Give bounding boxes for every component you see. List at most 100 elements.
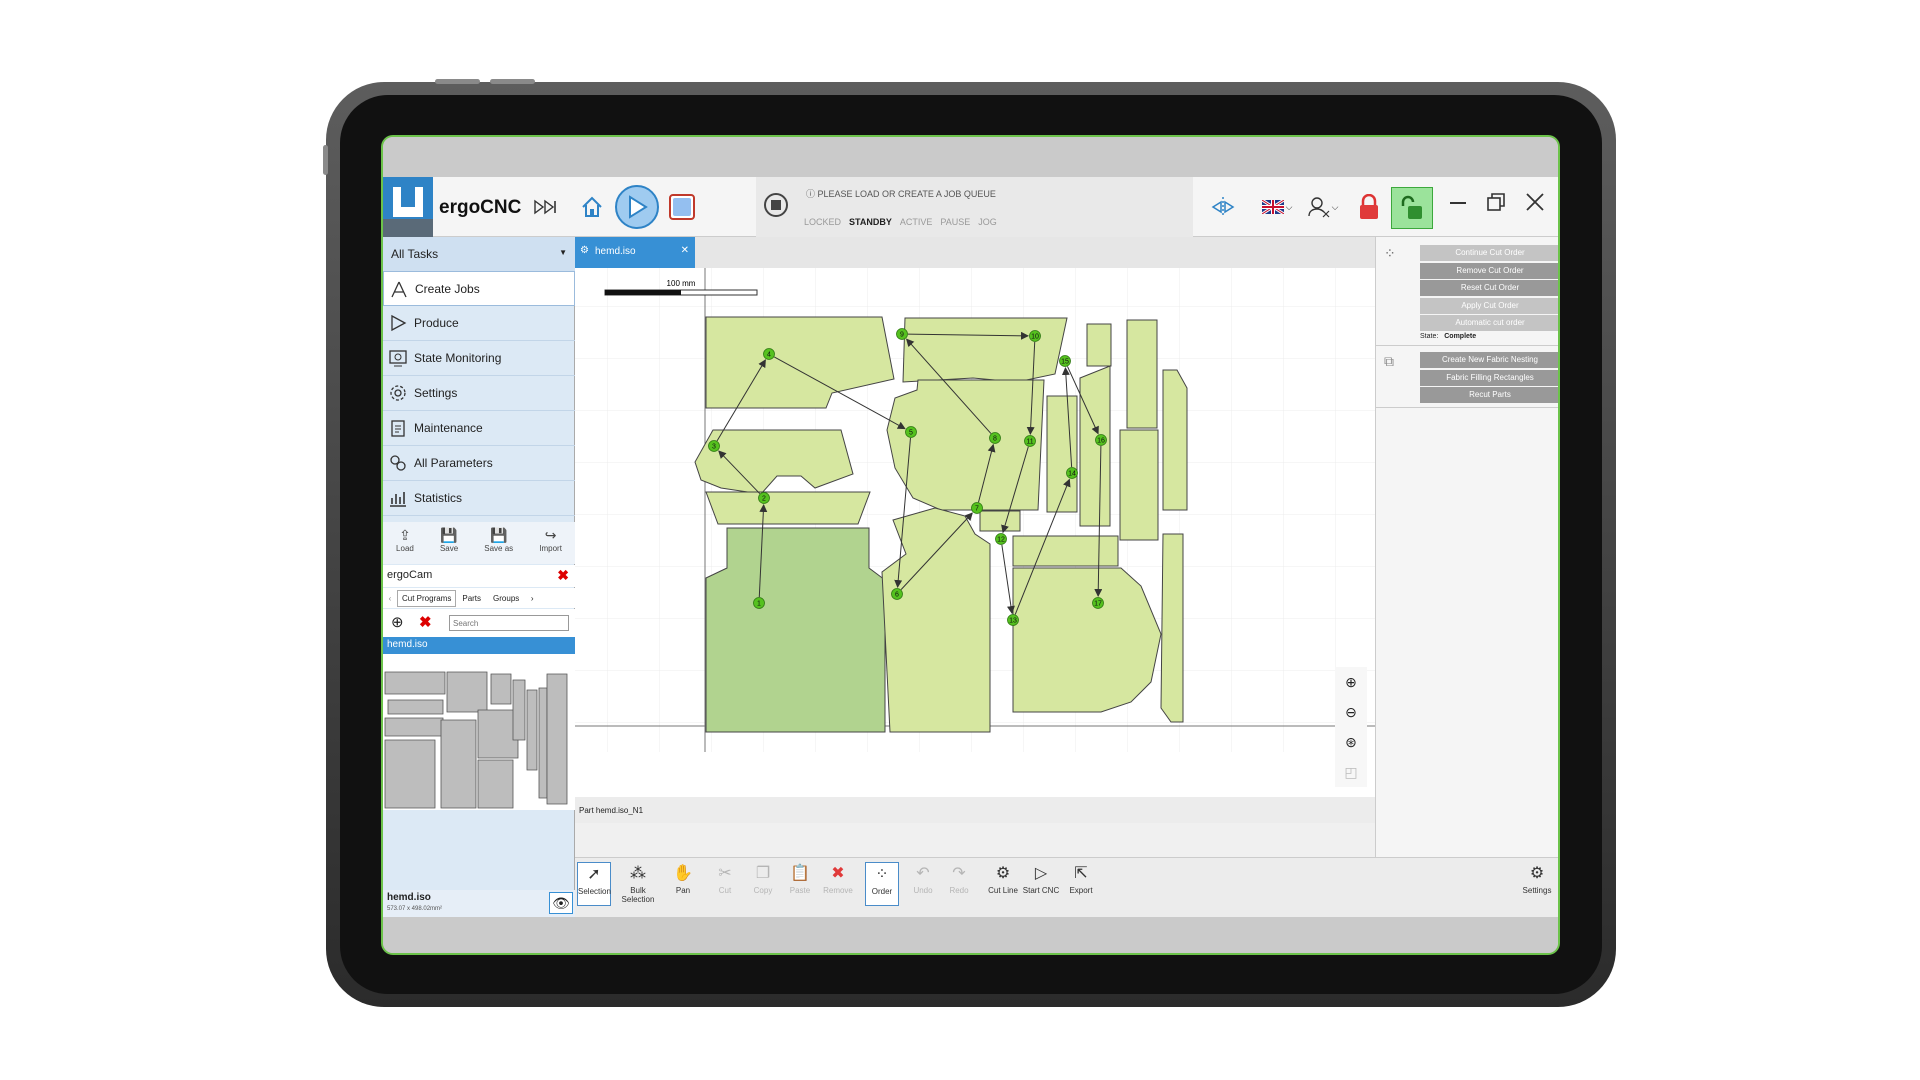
redo-button[interactable]: ↷ Redo [941,862,977,906]
piece[interactable] [979,510,1021,532]
close-button[interactable] [1520,189,1550,215]
sidebar-item-maintenance[interactable]: Maintenance [383,411,575,446]
add-icon[interactable]: ⊕ [391,613,404,631]
ergocam-header: ergoCam ✖ [383,565,575,587]
home-icon[interactable] [579,194,605,220]
fabric-filling-rectangles-button[interactable]: Fabric Filling Rectangles [1420,370,1558,386]
zoom-fit-icon[interactable]: ⊛ [1335,727,1367,757]
mirror-icon[interactable] [1211,195,1235,219]
halt-icon[interactable] [764,193,788,217]
piece[interactable] [1012,535,1119,567]
piece[interactable] [1160,533,1184,723]
continue-cut-order-button[interactable]: Continue Cut Order [1420,245,1558,261]
piece[interactable] [705,527,886,733]
sidebar-item-label: Settings [414,386,458,400]
sidebar-item-label: Create Jobs [415,282,480,296]
unlock-button[interactable] [1391,187,1433,229]
order-marker-label: 2 [762,496,766,503]
tab-groups[interactable]: Groups [487,591,525,606]
bulk-selection-button[interactable]: ⁂ Bulk Selection [613,862,663,906]
sidebar-item-all-parameters[interactable]: All Parameters [383,446,575,481]
zoom-in-icon[interactable]: ⊕ [1335,667,1367,697]
play-button[interactable] [615,185,659,229]
copy-icon: ❐ [755,865,771,882]
piece[interactable] [1119,429,1159,541]
selection-button[interactable]: ➚ Selection [577,862,611,906]
lock-icon[interactable] [1357,193,1381,221]
chevron-left-icon[interactable]: ‹ [383,594,397,603]
order-button[interactable]: ⁘ Order [865,862,899,906]
pan-label: Pan [675,886,691,895]
sidebar-item-settings[interactable]: Settings [383,376,575,411]
save-button[interactable]: 💾 Save [440,522,458,564]
copy-button[interactable]: ❐ Copy [745,862,781,906]
zoom-out-icon[interactable]: ⊖ [1335,697,1367,727]
apply-cut-order-button[interactable]: Apply Cut Order [1420,298,1558,314]
eye-button[interactable]: 👁 [549,892,573,914]
save-label: Save [439,544,459,553]
sidebar-item-statistics[interactable]: Statistics [383,481,575,516]
automatic-cut-order-button[interactable]: Automatic cut order [1420,315,1558,331]
start-cnc-button[interactable]: ▷ Start CNC [1021,862,1061,906]
undo-icon: ↶ [916,865,930,882]
settings-button[interactable]: ⚙ Settings [1517,862,1557,906]
pan-button[interactable]: ✋ Pan [665,862,701,906]
tab-cut-programs[interactable]: Cut Programs [397,589,457,607]
play-icon: ▷ [1034,865,1048,882]
remove-cut-order-button[interactable]: Remove Cut Order [1420,263,1558,279]
recut-parts-button[interactable]: Recut Parts [1420,387,1558,403]
piece[interactable] [1012,567,1162,713]
file-tab-icon: ⚙ [580,245,589,256]
piece[interactable] [1086,323,1112,367]
piece[interactable] [1046,395,1078,513]
piece[interactable] [1162,369,1188,511]
undo-button[interactable]: ↶ Undo [905,862,941,906]
stop-button[interactable] [669,194,695,220]
piece[interactable] [886,379,1045,511]
reset-cut-order-button[interactable]: Reset Cut Order [1420,280,1558,296]
bulk-selection-label: Bulk Selection [621,886,655,904]
load-button[interactable]: ⇪ Load [396,522,414,564]
search-input[interactable] [449,615,569,631]
task-dropdown[interactable]: All Tasks ▼ [383,237,575,271]
remove-button[interactable]: ✖ Remove [818,862,858,906]
cut-line-label: Cut Line [988,886,1018,895]
tab-hemd-iso[interactable]: ⚙ hemd.iso ✕ [575,237,695,268]
user-icon[interactable]: ⌵ [1305,195,1341,219]
piece[interactable] [1079,365,1111,527]
tab-parts[interactable]: Parts [456,591,487,606]
sidebar-item-create-jobs[interactable]: Create Jobs [383,271,575,306]
minimize-button[interactable] [1443,191,1473,215]
piece[interactable] [1126,319,1158,429]
zoom-page-icon[interactable]: ◰ [1335,757,1367,787]
eye-icon: 👁 [552,895,570,911]
play-icon [391,314,407,332]
load-label: Load [396,544,414,553]
nesting-canvas[interactable]: 100 mm 123456789 1011121314151617 [575,268,1375,752]
export-button[interactable]: ⇱ Export [1063,862,1099,906]
sidebar-item-produce[interactable]: Produce [383,306,575,341]
file-name: hemd.iso [387,892,431,903]
chevron-right-icon[interactable]: › [525,594,539,603]
restore-button[interactable] [1481,189,1511,215]
sidebar-item-label: All Parameters [414,456,493,470]
create-fabric-nesting-button[interactable]: Create New Fabric Nesting [1420,352,1558,368]
close-tab-icon[interactable]: ✕ [681,245,689,256]
piece[interactable] [902,317,1068,383]
save-as-label: Save as [484,544,514,553]
order-icon: ⁘ [875,866,889,883]
import-button[interactable]: ↪ Import [539,522,562,564]
cut-line-button[interactable]: ⚙ Cut Line [985,862,1021,906]
piece[interactable] [705,491,871,525]
save-as-button[interactable]: 💾 Save as [484,522,513,564]
sidebar-item-state-monitoring[interactable]: State Monitoring [383,341,575,376]
list-item-selected[interactable]: hemd.iso [383,637,575,654]
cut-button[interactable]: ✂ Cut [707,862,743,906]
paste-button[interactable]: 📋 Paste [782,862,818,906]
redo-icon: ↷ [952,865,966,882]
language-flag-icon[interactable]: ⌵ [1259,197,1295,217]
close-section-icon[interactable]: ✖ [557,567,569,584]
step-forward-icon[interactable] [533,197,559,217]
load-icon: ⇪ [399,527,411,543]
delete-icon[interactable]: ✖ [419,613,432,631]
